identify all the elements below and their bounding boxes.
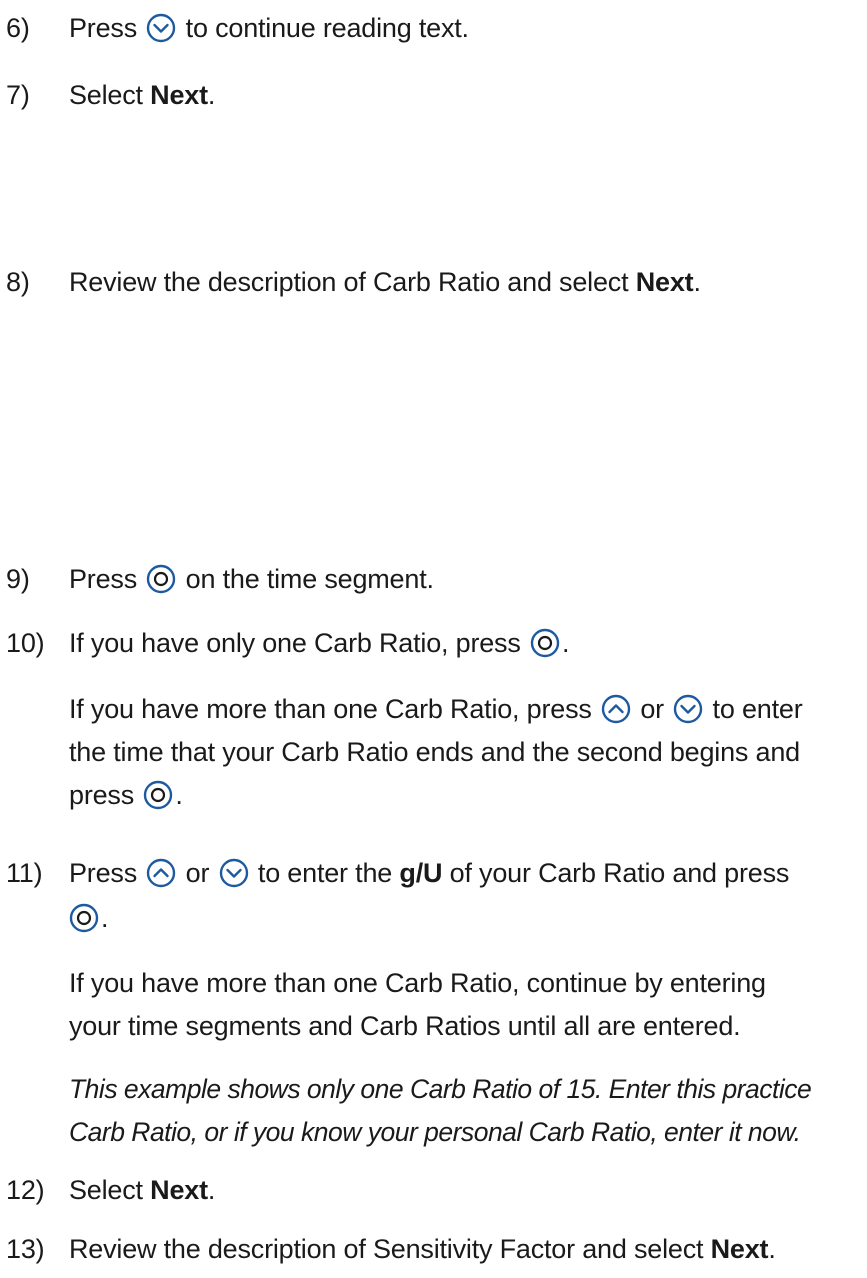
example-text: This example shows only one Carb Ratio o…: [69, 1074, 812, 1104]
step-text: Press: [69, 13, 138, 43]
punctuation: .: [693, 267, 701, 297]
chevron-up-circle-icon: [146, 858, 176, 888]
step-text: Select: [69, 1175, 143, 1205]
next-label: Next: [635, 267, 694, 297]
detail-text: press: [69, 780, 135, 810]
detail-text: the time that your Carb Ratio ends and t…: [69, 737, 800, 767]
next-label: Next: [150, 1175, 208, 1205]
punctuation: .: [561, 628, 570, 658]
punctuation: .: [207, 1175, 216, 1205]
step-text: on the time segment.: [185, 564, 434, 594]
step-text: Press: [69, 858, 138, 888]
chevron-down-circle-icon: [673, 694, 703, 724]
step-number: 7): [6, 80, 30, 110]
step-text: or: [185, 858, 210, 888]
step-text: to enter the: [257, 858, 393, 888]
step-text: Review the description of Carb Ratio and…: [69, 267, 629, 297]
example-text: Carb Ratio, or if you know your personal…: [69, 1117, 801, 1147]
step-number: 12): [6, 1175, 45, 1205]
step-text: Select: [69, 80, 143, 110]
chevron-down-circle-icon: [146, 13, 176, 43]
example-note-line-2: Carb Ratio, or if you know your personal…: [69, 1111, 801, 1154]
punctuation: .: [175, 780, 183, 810]
chevron-up-circle-icon: [601, 694, 631, 724]
step-11-detail-line-2: your time segments and Carb Ratios until…: [69, 1005, 741, 1048]
example-note-line-1: This example shows only one Carb Ratio o…: [69, 1068, 812, 1111]
step-10-detail-line-1: If you have more than one Carb Ratio, pr…: [69, 688, 803, 731]
unit-label: g/U: [399, 858, 443, 888]
step-text: of your Carb Ratio and press: [449, 858, 790, 888]
next-label: Next: [710, 1234, 769, 1264]
select-circle-icon: [143, 780, 173, 810]
step-11-line-2: .: [69, 897, 109, 940]
step-11-detail-line-1: If you have more than one Carb Ratio, co…: [69, 962, 766, 1005]
step-text: to continue reading text.: [185, 13, 469, 43]
detail-text: If you have more than one Carb Ratio, pr…: [69, 694, 592, 724]
step-number: 8): [6, 267, 30, 297]
step-text: If you have only one Carb Ratio, press: [69, 628, 521, 658]
chevron-down-circle-icon: [219, 858, 249, 888]
detail-text: your time segments and Carb Ratios until…: [69, 1011, 741, 1041]
step-number: 10): [6, 628, 45, 658]
detail-text: or: [640, 694, 664, 724]
step-text: Press: [69, 564, 138, 594]
punctuation: .: [207, 80, 216, 110]
step-10-detail-line-2: the time that your Carb Ratio ends and t…: [69, 731, 800, 774]
step-text: Review the description of Sensitivity Fa…: [69, 1234, 704, 1264]
select-circle-icon: [146, 564, 176, 594]
punctuation: .: [768, 1234, 776, 1264]
next-label: Next: [150, 80, 208, 110]
select-circle-icon: [530, 628, 560, 658]
step-number: 6): [6, 13, 30, 43]
step-number: 13): [6, 1234, 45, 1264]
step-number: 9): [6, 564, 30, 594]
step-10-detail-line-3: press .: [69, 774, 183, 817]
punctuation: .: [101, 903, 109, 933]
detail-text: If you have more than one Carb Ratio, co…: [69, 968, 766, 998]
detail-text: to enter: [712, 694, 803, 724]
step-number: 11): [6, 858, 43, 888]
select-circle-icon: [69, 903, 99, 933]
